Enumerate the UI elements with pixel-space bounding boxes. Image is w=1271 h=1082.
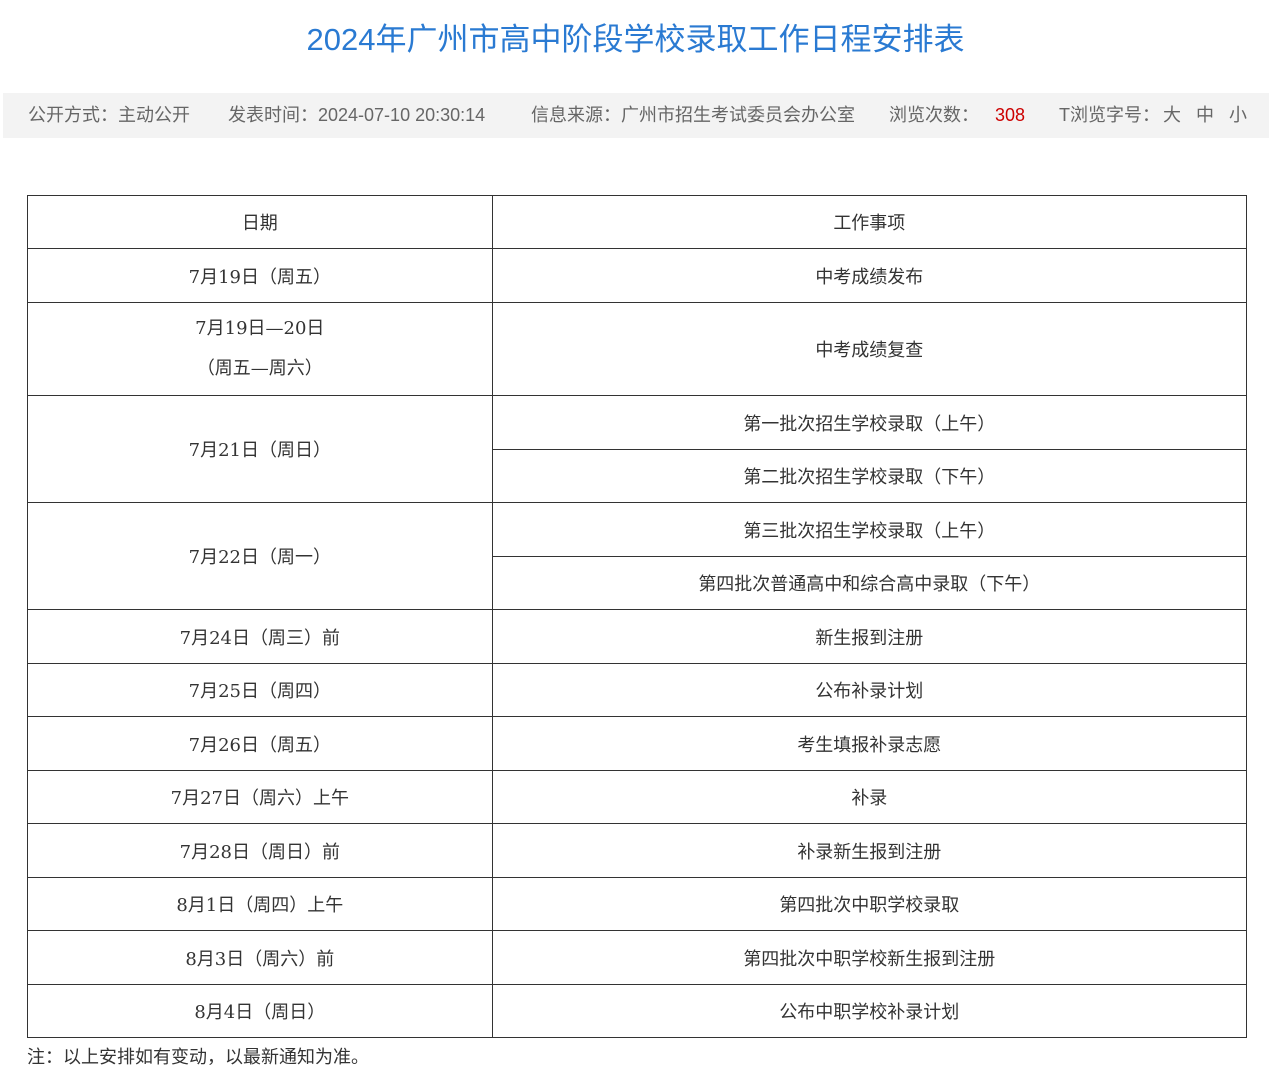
footnote: 注：以上安排如有变动，以最新通知为准。: [27, 1047, 369, 1068]
task-cell: 公布补录计划: [491, 663, 1248, 717]
table-row: 7月26日（周五） 考生填报补录志愿: [27, 716, 1248, 771]
table-row: 7月19日—20日 （周五—周六） 中考成绩复查: [27, 302, 1248, 396]
date-cell: 7月27日（周六）上午: [27, 770, 493, 824]
font-size-small-button[interactable]: 小: [1229, 93, 1247, 138]
article-meta-bar: 公开方式：主动公开 发表时间：2024-07-10 20:30:14 信息来源：…: [3, 93, 1269, 138]
task-cell: 补录: [491, 770, 1248, 824]
schedule-table: 日期 工作事项 7月19日（周五） 中考成绩发布 7月19日—20日 （周五—周…: [27, 195, 1248, 1038]
date-cell: 7月21日（周日）: [27, 395, 493, 503]
date-cell: 8月4日（周日）: [27, 984, 493, 1038]
task-cell: 第四批次普通高中和综合高中录取（下午）: [491, 556, 1248, 610]
date-cell: 7月26日（周五）: [27, 716, 493, 771]
date-line: （周五—周六）: [196, 358, 323, 379]
header-task: 工作事项: [491, 195, 1248, 249]
date-cell: 7月24日（周三）前: [27, 609, 493, 664]
task-cell: 中考成绩发布: [491, 248, 1248, 303]
table-header-row: 日期 工作事项: [27, 195, 1248, 249]
task-cell: 考生填报补录志愿: [491, 716, 1248, 771]
date-cell: 7月19日—20日 （周五—周六）: [27, 302, 493, 396]
date-cell: 7月19日（周五）: [27, 248, 493, 303]
task-cell: 新生报到注册: [491, 609, 1248, 664]
task-cell: 第四批次中职学校新生报到注册: [491, 930, 1248, 985]
table-row: 8月1日（周四）上午 第四批次中职学校录取: [27, 877, 1248, 931]
table-row: 7月27日（周六）上午 补录: [27, 770, 1248, 824]
page-title: 2024年广州市高中阶段学校录取工作日程安排表: [306, 22, 965, 57]
table-row: 7月22日（周一） 第三批次招生学校录取（上午）: [27, 502, 1248, 610]
task-cell: 中考成绩复查: [491, 302, 1248, 396]
date-cell: 7月28日（周日）前: [27, 823, 493, 878]
views-label: 浏览次数：: [889, 105, 979, 125]
task-cell: 补录新生报到注册: [491, 823, 1248, 878]
header-date: 日期: [27, 195, 493, 249]
font-size-label: T浏览字号：: [1059, 105, 1160, 125]
task-cell: 第一批次招生学校录取（上午）: [491, 395, 1248, 450]
date-cell: 8月3日（周六）前: [27, 930, 493, 985]
task-cell: 第三批次招生学校录取（上午）: [491, 502, 1248, 557]
table-row: 8月3日（周六）前 第四批次中职学校新生报到注册: [27, 930, 1248, 985]
table-row: 7月28日（周日）前 补录新生报到注册: [27, 823, 1248, 878]
font-size-medium-button[interactable]: 中: [1196, 93, 1214, 138]
task-cell: 第四批次中职学校录取: [491, 877, 1248, 931]
table-row: 7月25日（周四） 公布补录计划: [27, 663, 1248, 717]
views-count: 308: [995, 105, 1026, 125]
date-cell: 7月25日（周四）: [27, 663, 493, 717]
info-source: 信息来源：广州市招生考试委员会办公室: [531, 105, 855, 125]
table-row: 7月19日（周五） 中考成绩发布: [27, 248, 1248, 303]
task-cell: 第二批次招生学校录取（下午）: [491, 449, 1248, 503]
publish-time: 发表时间：2024-07-10 20:30:14: [228, 105, 486, 125]
font-size-large-button[interactable]: 大: [1163, 93, 1181, 138]
date-line: 7月19日—20日: [195, 318, 325, 339]
disclosure-method: 公开方式：主动公开: [28, 105, 190, 125]
table-row: 7月21日（周日） 第一批次招生学校录取（上午）: [27, 395, 1248, 503]
date-cell: 7月22日（周一）: [27, 502, 493, 610]
date-cell: 8月1日（周四）上午: [27, 877, 493, 931]
table-row: 7月24日（周三）前 新生报到注册: [27, 609, 1248, 664]
table-row: 8月4日（周日） 公布中职学校补录计划: [27, 984, 1248, 1038]
task-cell: 公布中职学校补录计划: [491, 984, 1248, 1038]
